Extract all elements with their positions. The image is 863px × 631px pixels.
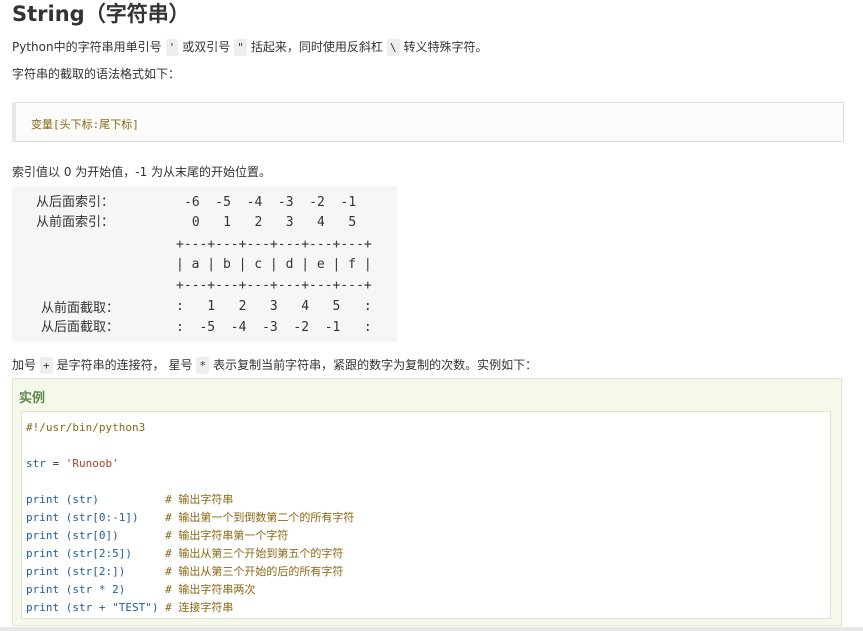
concat-text-1: 加号 xyxy=(12,358,37,372)
index-note: 索引值以 0 为开始值，-1 为从末尾的开始位置。 xyxy=(12,165,272,179)
front-slice-values: : 1 2 3 4 5 : xyxy=(176,299,372,314)
back-index-label: 从后面索引： xyxy=(36,195,115,210)
assign-op: = xyxy=(45,457,66,470)
example-panel: 实例 #!/usr/bin/python3 str = 'Runoob' pri… xyxy=(12,378,842,626)
code-line: print (str[0:-1]) # 输出第一个到倒数第二个的所有字符 xyxy=(26,510,354,526)
example-title: 实例 xyxy=(19,391,46,406)
assign-line: str = 'Runoob' xyxy=(26,456,119,472)
print-keyword: print xyxy=(26,565,60,578)
concat-text-3: 表示复制当前字符串，紧跟的数字为复制的次数。实例如下： xyxy=(213,358,538,372)
code-line: print (str * 2) # 输出字符串两次 xyxy=(26,582,255,598)
code-comment: # 输出从第三个开始到第五个的字符 xyxy=(165,547,344,560)
code-line: print (str + "TEST") # 连接字符串 xyxy=(26,600,233,616)
print-keyword: print xyxy=(26,547,60,560)
print-args: (str * 2) xyxy=(59,583,166,596)
print-args: (str[2:5]) xyxy=(59,547,166,560)
code-comment: # 输出字符串 xyxy=(165,493,234,506)
index-diagram: 从后面索引： 从前面索引： 从前面截取： 从后面截取： -6 -5 -4 -3 … xyxy=(12,186,397,342)
front-slice-label: 从前面截取： xyxy=(41,301,120,316)
code-line: print (str[0]) # 输出字符串第一个字符 xyxy=(26,528,288,544)
back-index-values: -6 -5 -4 -3 -2 -1 xyxy=(184,195,357,210)
front-index-label: 从前面索引： xyxy=(36,215,115,230)
shebang-line: #!/usr/bin/python3 xyxy=(26,421,146,434)
back-slice-label: 从后面截取： xyxy=(41,320,120,335)
syntax-block: 变量[头下标:尾下标] xyxy=(12,102,844,142)
syntax-code: 变量[头下标:尾下标] xyxy=(31,118,139,131)
plus-code: + xyxy=(40,357,53,374)
page-title: String（字符串） xyxy=(12,2,190,26)
print-keyword: print xyxy=(26,511,60,524)
print-args: (str[2:]) xyxy=(59,565,166,578)
code-comment: # 输出字符串两次 xyxy=(165,583,256,596)
print-args: (str + "TEST") xyxy=(59,601,166,614)
tutorial-page: String（字符串） Python中的字符串用单引号 ' 或双引号 " 括起来，同时使… xyxy=(0,0,863,631)
print-keyword: print xyxy=(26,601,60,614)
code-comment: # 输出从第三个开始的后的所有字符 xyxy=(165,565,344,578)
intro-text-1: Python中的字符串用单引号 xyxy=(12,40,162,54)
assign-var: str xyxy=(26,457,46,470)
print-args: (str) xyxy=(59,493,166,506)
code-line: print (str) # 输出字符串 xyxy=(26,492,233,508)
front-index-values: 0 1 2 3 4 5 xyxy=(184,215,357,230)
back-slice-values: : -5 -4 -3 -2 -1 : xyxy=(176,320,372,335)
table-cells: | a | b | c | d | e | f | xyxy=(176,257,372,272)
code-line: print (str[2:]) # 输出从第三个开始的后的所有字符 xyxy=(26,564,343,580)
concat-note: 加号 + 是字符串的连接符， 星号 * 表示复制当前字符串，紧跟的数字为复制的次数。实例… xyxy=(12,356,537,374)
concat-text-2: 是字符串的连接符， 星号 xyxy=(56,358,193,372)
intro-text-2: 或双引号 xyxy=(182,40,231,54)
code-line: print (str[2:5]) # 输出从第三个开始到第五个的字符 xyxy=(26,546,343,562)
code-comment: # 输出字符串第一个字符 xyxy=(165,529,289,542)
single-quote-code: ' xyxy=(165,39,179,56)
print-args: (str[0:-1]) xyxy=(59,511,166,524)
syntax-intro: 字符串的截取的语法格式如下： xyxy=(12,67,181,81)
print-keyword: print xyxy=(26,493,60,506)
intro-text-4: 转义特殊字符。 xyxy=(403,40,488,54)
table-border-top: +---+---+---+---+---+---+ xyxy=(176,237,372,252)
code-comment: # 连接字符串 xyxy=(165,601,234,614)
double-quote-code: " xyxy=(234,39,247,56)
print-keyword: print xyxy=(26,529,60,542)
bottom-divider xyxy=(0,627,863,631)
code-comment: # 输出第一个到倒数第二个的所有字符 xyxy=(165,511,355,524)
print-keyword: print xyxy=(26,583,60,596)
star-code: * xyxy=(196,357,210,374)
print-args: (str[0]) xyxy=(59,529,166,542)
intro-paragraph: Python中的字符串用单引号 ' 或双引号 " 括起来，同时使用反斜杠 \ 转义特殊字符。 xyxy=(12,38,488,56)
table-border-bottom: +---+---+---+---+---+---+ xyxy=(176,278,372,293)
backslash-code: \ xyxy=(386,39,400,56)
assign-value: 'Runoob' xyxy=(65,457,119,470)
code-block[interactable]: #!/usr/bin/python3 str = 'Runoob' print … xyxy=(21,411,831,619)
intro-text-3: 括起来，同时使用反斜杠 xyxy=(250,40,383,54)
